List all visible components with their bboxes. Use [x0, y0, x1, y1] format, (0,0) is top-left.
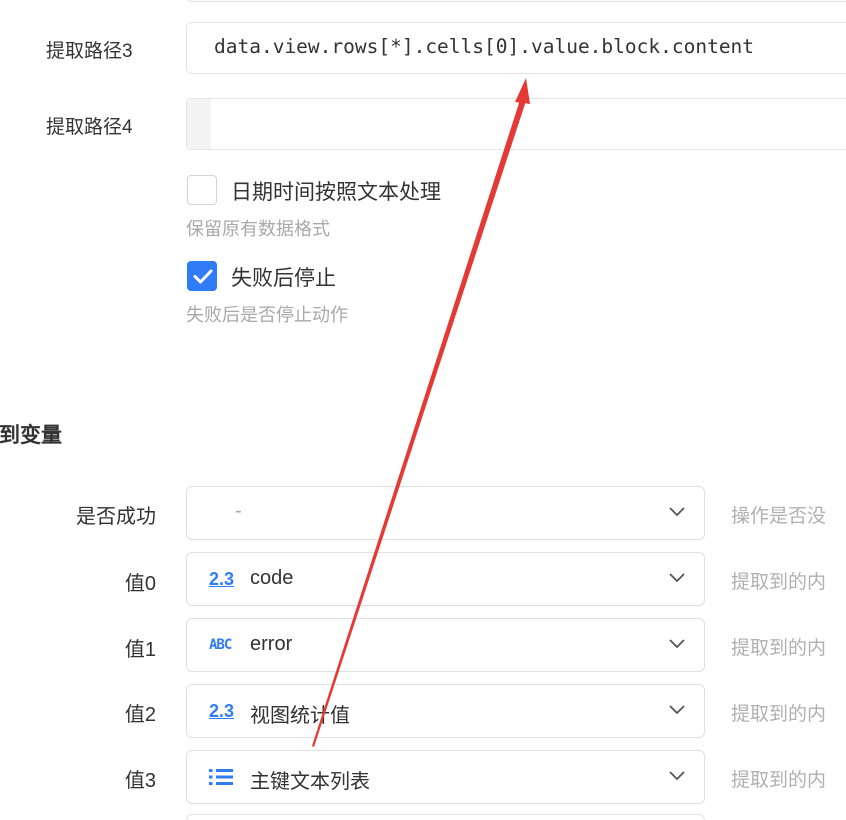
chevron-down-icon — [669, 507, 685, 517]
previous-input-edge — [186, 0, 846, 2]
path3-value: data.view.rows[*].cells[0].value.block.c… — [214, 35, 755, 58]
output-label-success: 是否成功 — [76, 506, 156, 528]
value1-select-value: error — [250, 633, 293, 655]
output-label-value0: 值0 — [124, 573, 156, 595]
datetime-as-text-label[interactable]: 日期时间按照文本处理 — [231, 176, 441, 206]
value1-variable-select[interactable]: ABC error — [186, 618, 705, 672]
value0-variable-select[interactable]: 2.3 code — [186, 552, 705, 606]
number-type-icon: 2.3 — [209, 568, 235, 589]
stop-on-failure-checkbox[interactable] — [187, 261, 217, 291]
value2-select-value: 视图统计值 — [250, 705, 350, 727]
success-variable-select[interactable]: - — [186, 486, 705, 540]
path4-input[interactable] — [186, 98, 846, 150]
output-desc-value3: 提取到的内 — [731, 770, 827, 791]
number-type-icon: 2.3 — [209, 700, 235, 721]
path3-label: 提取路径3 — [46, 41, 133, 62]
value3-select-value: 主键文本列表 — [250, 771, 370, 793]
success-select-value: - — [235, 500, 242, 522]
next-select-edge — [186, 814, 705, 820]
chevron-down-icon — [669, 705, 685, 715]
output-desc-value1: 提取到的内 — [731, 638, 827, 659]
output-label-value2: 值2 — [124, 704, 156, 726]
output-label-value3: 值3 — [124, 770, 156, 792]
value2-variable-select[interactable]: 2.3 视图统计值 — [186, 684, 705, 738]
text-type-icon: ABC — [209, 637, 232, 653]
output-desc-value0: 提取到的内 — [731, 572, 827, 593]
list-type-icon — [209, 765, 233, 789]
chevron-down-icon — [669, 639, 685, 649]
chevron-down-icon — [669, 771, 685, 781]
output-section-title: 出到变量 — [0, 424, 62, 447]
value0-select-value: code — [250, 567, 294, 589]
path4-gutter — [187, 99, 211, 149]
value3-variable-select[interactable]: 主键文本列表 — [186, 750, 705, 804]
output-desc-success: 操作是否没 — [731, 506, 827, 527]
output-desc-value2: 提取到的内 — [731, 704, 827, 725]
path4-label: 提取路径4 — [46, 117, 133, 138]
stop-on-failure-label[interactable]: 失败后停止 — [231, 262, 336, 292]
stop-on-failure-hint: 失败后是否停止动作 — [186, 305, 348, 325]
checkmark-icon — [193, 269, 213, 284]
chevron-down-icon — [669, 573, 685, 583]
datetime-as-text-checkbox[interactable] — [187, 175, 217, 205]
output-label-value1: 值1 — [124, 639, 156, 661]
path3-input[interactable]: data.view.rows[*].cells[0].value.block.c… — [186, 22, 846, 74]
datetime-as-text-hint: 保留原有数据格式 — [186, 219, 330, 239]
